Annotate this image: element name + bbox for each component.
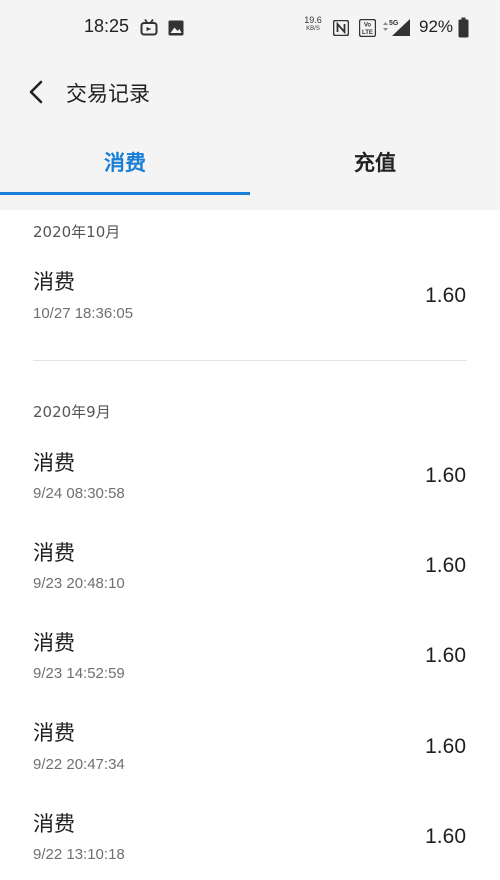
- record-amount: 1.60: [425, 735, 466, 758]
- image-icon: [168, 20, 184, 36]
- record-amount: 1.60: [425, 464, 466, 487]
- record-amount: 1.60: [425, 284, 466, 307]
- tab-consume[interactable]: 消费: [0, 140, 250, 196]
- network-speed: 19.6 KB/S: [300, 16, 326, 34]
- svg-text:LTE: LTE: [362, 30, 373, 36]
- record-time: 10/27 18:36:05: [33, 305, 134, 322]
- section-header: 2020年9月: [33, 403, 111, 421]
- status-bar: 18:25 19.6 KB/S Vo LTE 5G 92%: [0, 0, 500, 50]
- app-header: 交易记录 消费 充值: [0, 50, 500, 210]
- chevron-left-icon[interactable]: [24, 78, 52, 106]
- active-tab-indicator: [0, 192, 250, 195]
- network-speed-value: 19.6: [304, 15, 322, 25]
- record-time: 9/24 08:30:58: [33, 485, 125, 502]
- tab-bar: 消费 充值: [0, 140, 500, 200]
- record-amount: 1.60: [425, 644, 466, 667]
- section-header: 2020年10月: [33, 223, 121, 241]
- record-title: 消费: [33, 631, 75, 655]
- page-title: 交易记录: [66, 82, 150, 106]
- network-speed-unit: KB/S: [306, 26, 320, 32]
- record-title: 消费: [33, 270, 75, 294]
- volte-icon: Vo LTE: [359, 19, 376, 37]
- status-time: 18:25: [84, 16, 130, 36]
- tab-recharge[interactable]: 充值: [250, 140, 500, 196]
- battery-percent: 92%: [419, 17, 454, 36]
- record-amount: 1.60: [425, 554, 466, 577]
- nfc-icon: [333, 20, 349, 36]
- screen: 18:25 19.6 KB/S Vo LTE 5G 92% 交易记录 消费 充值…: [0, 0, 500, 880]
- record-time: 9/23 20:48:10: [33, 575, 125, 592]
- svg-text:Vo: Vo: [364, 23, 372, 29]
- record-title: 消费: [33, 541, 75, 565]
- record-title: 消费: [33, 451, 75, 475]
- notification-app-icon: [140, 19, 158, 36]
- record-time: 9/22 20:47:34: [33, 756, 125, 773]
- battery-icon: [458, 17, 469, 38]
- record-time: 9/23 14:52:59: [33, 665, 125, 682]
- signal-icon: 5G: [383, 19, 410, 36]
- record-title: 消费: [33, 812, 75, 836]
- record-time: 9/22 13:10:18: [33, 846, 125, 863]
- record-amount: 1.60: [425, 825, 466, 848]
- divider: [33, 360, 467, 361]
- record-title: 消费: [33, 721, 75, 745]
- svg-text:5G: 5G: [389, 20, 399, 27]
